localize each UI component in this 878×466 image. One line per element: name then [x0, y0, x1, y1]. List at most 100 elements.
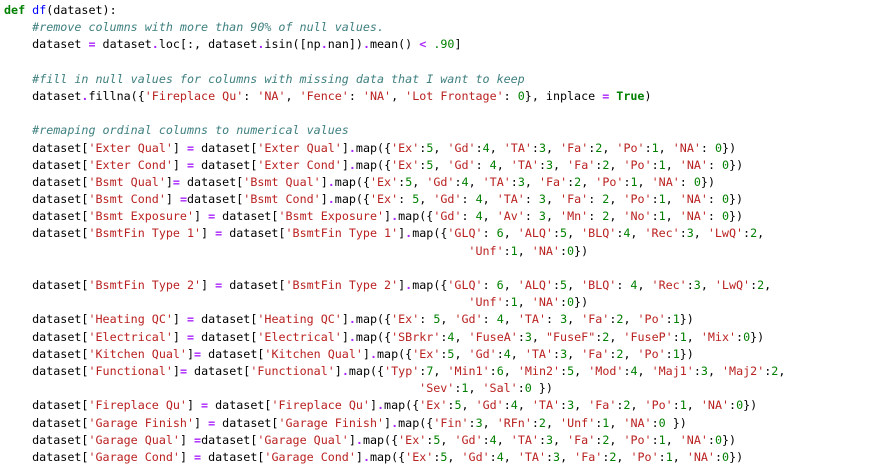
code-token: :: [482, 278, 497, 292]
code-token: ,: [503, 226, 518, 241]
code-token: map({: [398, 415, 434, 430]
code-token: }): [743, 398, 758, 413]
code-token: :: [482, 432, 490, 447]
code-token: ,: [581, 174, 596, 189]
number-token: 3: [693, 278, 701, 292]
string-token: 'BsmtFin Type 2': [285, 278, 399, 292]
code-token: ,: [700, 278, 715, 292]
string-token: 'Garage Qual': [88, 432, 180, 447]
code-token: ]: [186, 346, 195, 361]
code-token: ,: [637, 363, 652, 378]
code-token: :: [461, 209, 476, 224]
code-token: ,: [686, 398, 701, 413]
code-token: ,: [545, 192, 561, 207]
code-token: ]: [186, 398, 202, 413]
code-token: ,: [482, 209, 497, 224]
code-token: ]: [172, 363, 180, 378]
code-token: :: [475, 140, 483, 155]
code-token: ,: [707, 363, 723, 378]
code-token: ,: [419, 192, 434, 207]
number-token: 3: [475, 415, 483, 430]
code-token: dataset[: [201, 346, 265, 361]
number-token: 0: [658, 415, 666, 430]
code-token: dataset[: [4, 329, 89, 344]
code-token: ,: [609, 415, 624, 430]
code-token: dataset[: [222, 278, 286, 292]
code-token: :: [651, 157, 659, 172]
code-token: :: [496, 346, 504, 361]
code-token: ,: [665, 192, 680, 207]
code-token: ,: [764, 278, 772, 292]
code-editor[interactable]: def df(dataset): #remove columns with mo…: [0, 0, 878, 464]
string-token: 'Ex': [391, 140, 420, 155]
number-token: 1: [510, 295, 518, 310]
number-token: 0: [566, 243, 575, 258]
code-token: ,: [658, 140, 673, 155]
number-token: 0: [517, 88, 525, 103]
string-token: 'Fa': [581, 312, 610, 327]
code-token: ]: [341, 329, 349, 344]
operator-token: =: [194, 346, 202, 361]
string-token: 'Exter Cond': [88, 157, 173, 172]
code-token: ,: [757, 226, 765, 241]
string-token: 'Kitchen Qual': [264, 346, 363, 361]
code-token: ,: [567, 226, 582, 241]
code-token: ,: [672, 449, 687, 464]
code-line: dataset['Garage Finish'] = dataset['Gara…: [4, 415, 878, 432]
string-token: 'Fa': [574, 449, 603, 464]
string-token: 'Exter Cond': [257, 157, 342, 172]
code-token: :: [665, 312, 673, 327]
code-line: dataset['Electrical'] = dataset['Electri…: [4, 329, 878, 346]
number-token: 1: [658, 209, 666, 224]
code-token: :: [468, 415, 476, 430]
string-token: 'LwQ': [707, 226, 744, 241]
code-token: ): [644, 88, 652, 103]
string-token: 'FuseA': [468, 329, 518, 344]
code-token: ,: [489, 140, 504, 155]
string-token: 'Po': [637, 346, 666, 361]
string-token: 'Exter Qual': [257, 140, 342, 155]
operator-token: .: [377, 398, 385, 413]
number-token: 2: [609, 449, 617, 464]
code-token: dataset[: [4, 209, 89, 224]
operator-token: .: [362, 37, 370, 52]
string-token: 'NA': [679, 209, 708, 224]
string-token: 'Ex': [419, 398, 448, 413]
code-token: ,: [545, 415, 561, 430]
operator-token: .: [355, 432, 363, 447]
code-token: ]: [320, 174, 328, 189]
string-token: 'Maj1': [651, 363, 694, 378]
code-token: ,: [412, 174, 427, 189]
number-token: 4: [496, 312, 504, 327]
number-token: 0: [714, 432, 723, 447]
code-token: ,: [637, 278, 652, 292]
code-token: ,: [609, 432, 624, 447]
string-token: 'Functional': [250, 363, 335, 378]
string-token: 'Po': [623, 432, 652, 447]
code-token: :: [553, 346, 561, 361]
code-token: map({: [384, 398, 420, 413]
string-token: 'NA': [362, 88, 392, 103]
code-token: :: [707, 209, 722, 224]
code-line: #fill in null values for columns with mi…: [4, 71, 878, 88]
code-token: }): [700, 174, 715, 189]
code-line: dataset.fillna({'Fireplace Qu': 'NA', 'F…: [4, 88, 878, 105]
string-token: 'Garage Finish': [88, 415, 195, 430]
string-token: 'Mix': [700, 329, 737, 344]
string-token: 'BLQ': [581, 278, 617, 292]
code-token: }, inplace: [524, 88, 603, 103]
operator-token: =: [194, 449, 202, 464]
code-token: ,: [574, 363, 589, 378]
number-token: 0: [693, 174, 701, 189]
code-token: ,: [482, 415, 497, 430]
number-token: 0: [721, 209, 730, 224]
code-token: ,: [391, 88, 406, 103]
string-token: 'Rec': [651, 278, 687, 292]
code-token: :: [524, 192, 539, 207]
number-token: 3: [546, 157, 554, 172]
code-token: map({: [348, 363, 385, 378]
code-token: ]: [172, 157, 187, 172]
number-token: 4: [489, 157, 497, 172]
string-token: 'Ex': [391, 157, 420, 172]
